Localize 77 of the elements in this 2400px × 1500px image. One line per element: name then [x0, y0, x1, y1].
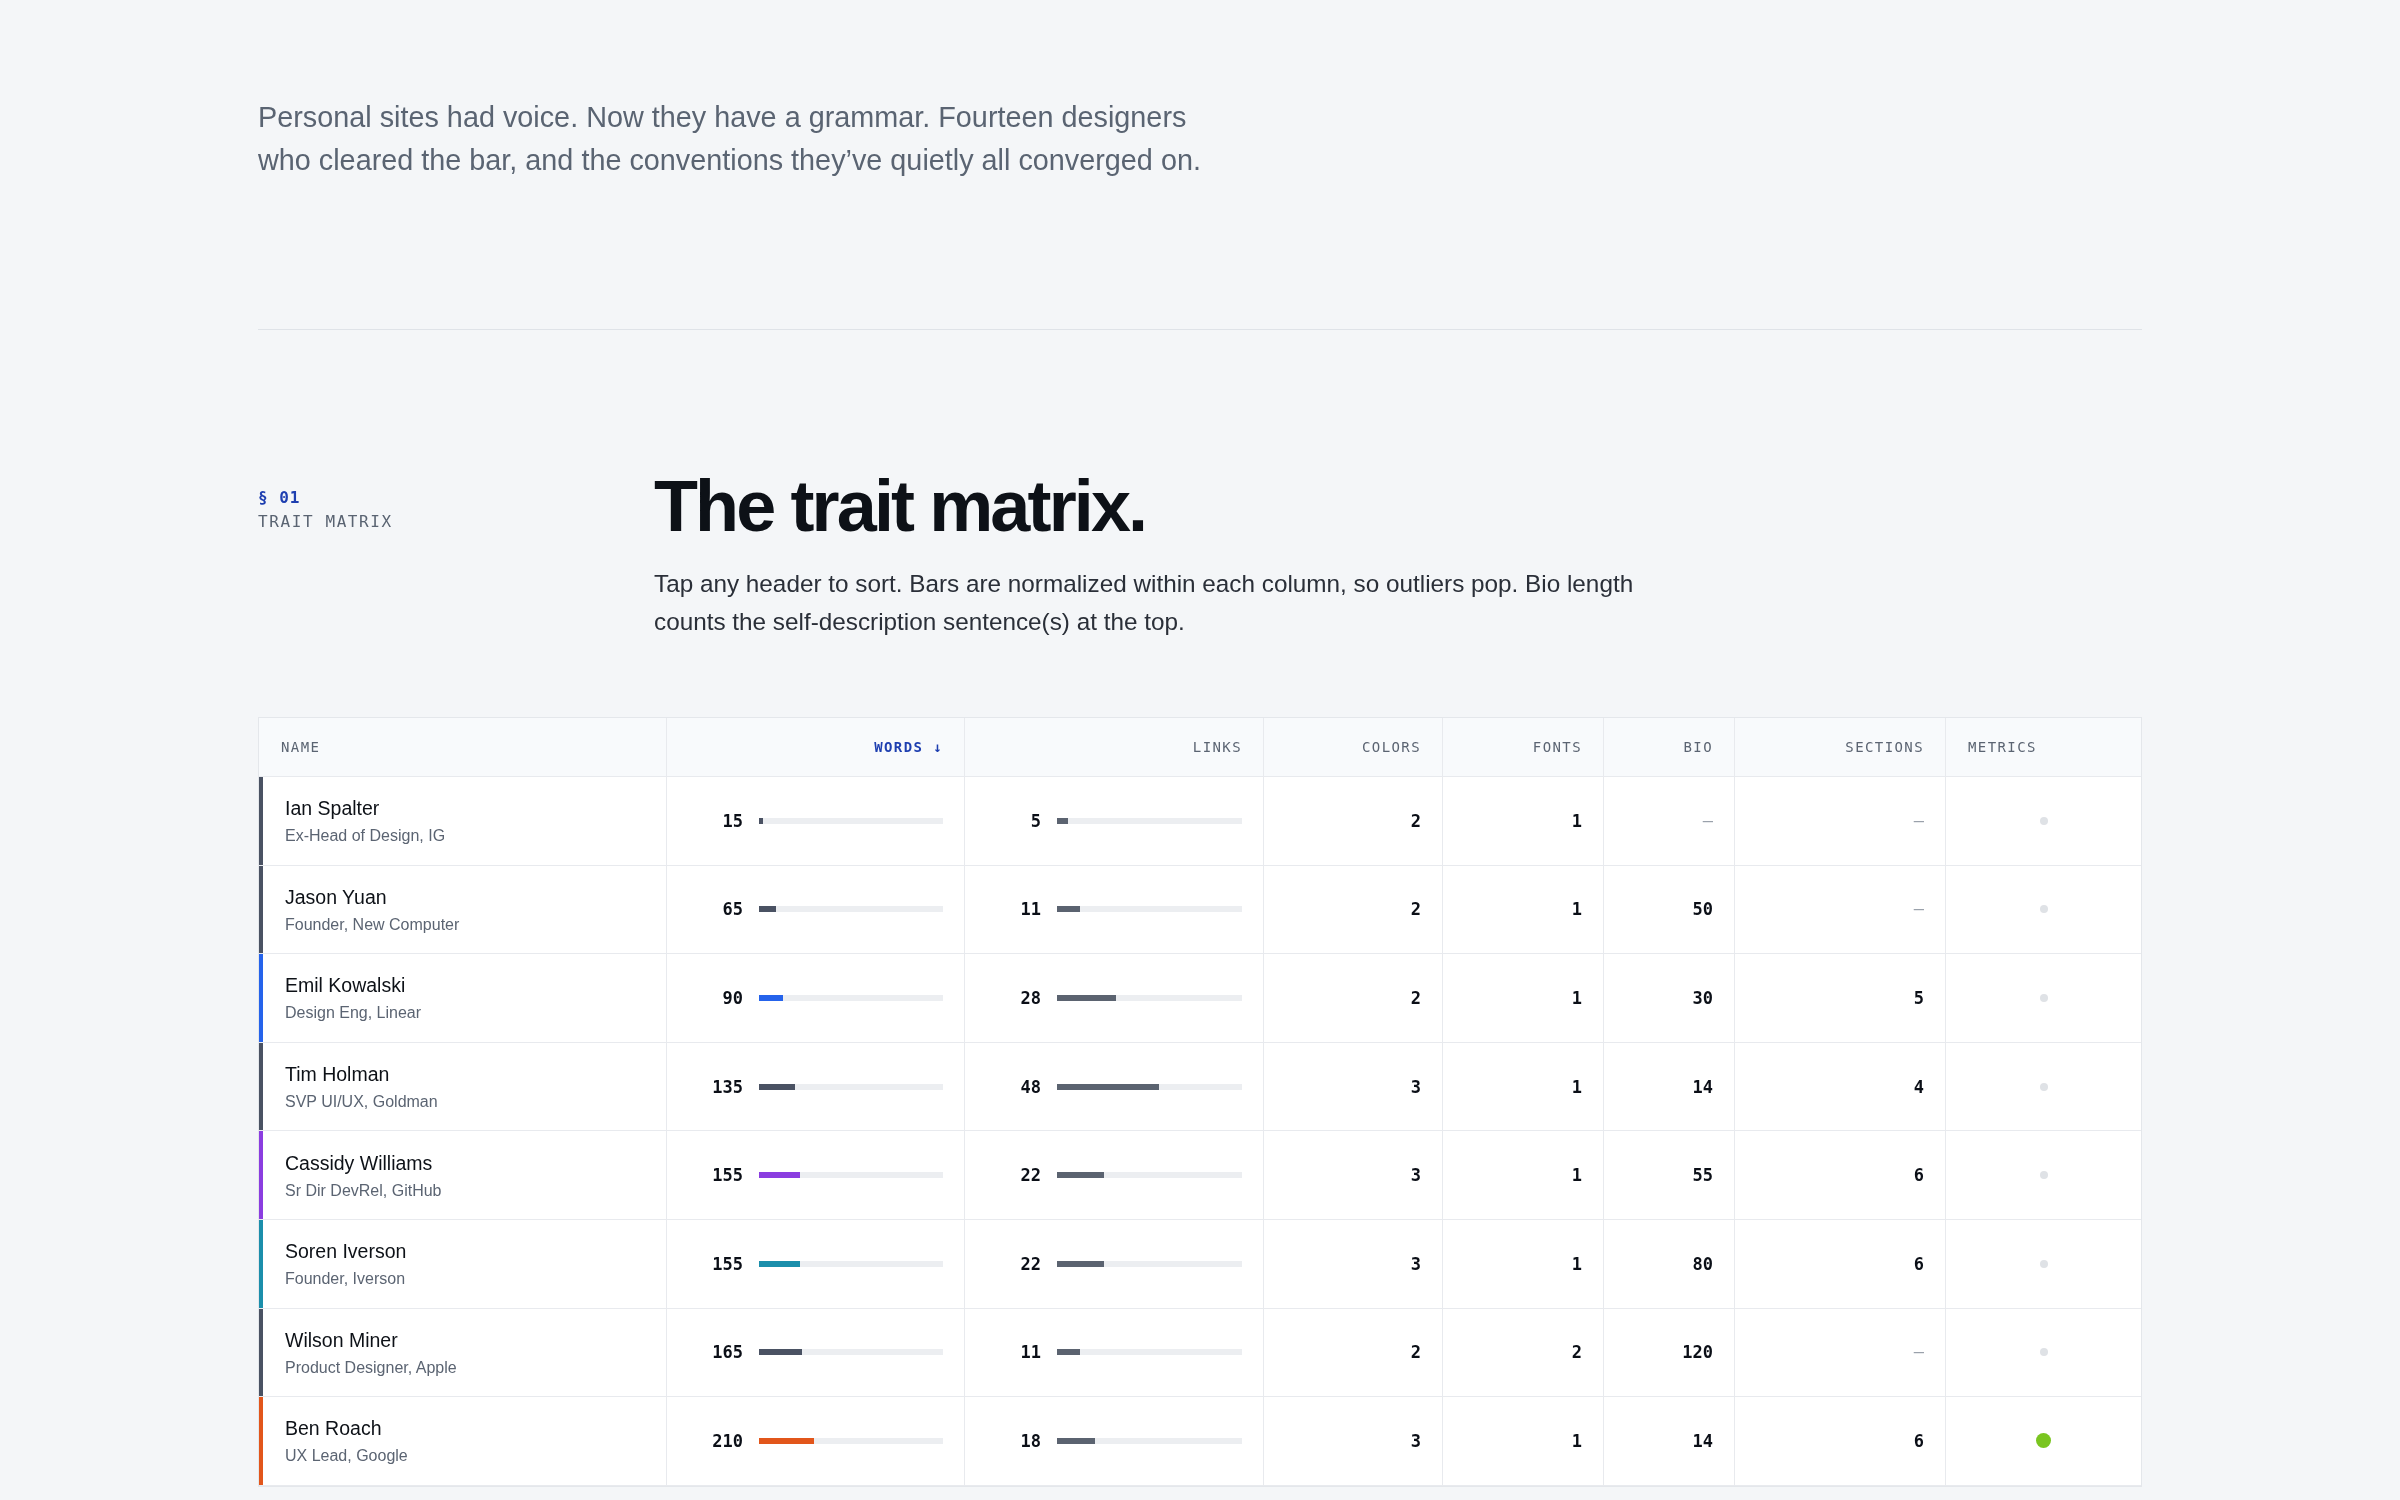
link-count: 18: [1019, 1430, 1041, 1451]
section-count: —: [1913, 899, 1924, 920]
bio-length: 120: [1682, 1342, 1713, 1363]
word-count: 155: [711, 1253, 743, 1274]
font-count: 1: [1571, 899, 1582, 920]
section-count: 6: [1913, 1165, 1924, 1186]
word-count: 210: [711, 1430, 743, 1451]
person-name: Cassidy Williams: [285, 1150, 434, 1176]
section-count: 6: [1913, 1253, 1924, 1274]
person-name: Tim Holman: [285, 1062, 391, 1088]
column-header[interactable]: METRICS: [1946, 718, 2141, 776]
section-count: 5: [1913, 988, 1924, 1008]
column-header[interactable]: NAME: [259, 718, 667, 776]
section-count: —: [1913, 1342, 1924, 1363]
column-header[interactable]: COLORS: [1264, 718, 1443, 776]
person-role: Founder, Iverson: [285, 1269, 407, 1290]
person-name: Wilson Miner: [285, 1327, 399, 1353]
section-count: 6: [1913, 1430, 1924, 1451]
person-role: Product Designer, Apple: [285, 1357, 457, 1378]
color-count: 3: [1410, 1253, 1421, 1274]
link-count: 11: [1019, 899, 1041, 920]
person-name: Emil Kowalski: [285, 973, 407, 999]
person-name: Soren Iverson: [285, 1239, 407, 1265]
font-count: 1: [1571, 1430, 1582, 1451]
link-count: 22: [1019, 1165, 1041, 1186]
column-header[interactable]: FONTS: [1443, 718, 1604, 776]
bio-length: 80: [1692, 1253, 1713, 1274]
person-role: Sr Dir DevRel, GitHub: [285, 1180, 442, 1201]
word-count: 65: [721, 899, 743, 920]
word-count: 15: [721, 810, 743, 831]
font-count: 1: [1571, 988, 1582, 1008]
bio-length: 50: [1692, 899, 1713, 920]
font-count: 1: [1571, 1253, 1582, 1274]
font-count: 2: [1571, 1342, 1582, 1363]
section-number: § 01: [258, 487, 301, 509]
color-count: 2: [1410, 1342, 1421, 1363]
link-count: 28: [1019, 988, 1041, 1008]
color-count: 2: [1410, 899, 1421, 920]
color-count: 3: [1410, 1076, 1421, 1097]
font-count: 1: [1571, 1165, 1582, 1186]
link-count: 48: [1019, 1076, 1041, 1097]
word-count: 155: [711, 1165, 743, 1186]
person-role: Ex-Head of Design, IG: [285, 826, 446, 847]
column-header[interactable]: BIO: [1604, 718, 1735, 776]
column-header[interactable]: LINKS: [965, 718, 1264, 776]
section-heading: The trait matrix.: [654, 467, 1146, 546]
link-count: 22: [1019, 1253, 1041, 1274]
column-header[interactable]: WORDS ↓: [667, 718, 965, 776]
bio-length: —: [1702, 810, 1713, 831]
link-count: 11: [1019, 1342, 1041, 1363]
word-count: 165: [711, 1342, 743, 1363]
person-role: Founder, New Computer: [285, 914, 460, 935]
word-count: 90: [721, 988, 743, 1008]
bio-length: 14: [1692, 1430, 1713, 1451]
color-count: 2: [1410, 810, 1421, 831]
bio-length: 30: [1692, 988, 1713, 1008]
bio-length: 55: [1692, 1165, 1713, 1186]
intro-paragraph: Personal sites had voice. Now they have a grammar. Fourteen designers who cleared the bar, and the conventions they’ve quietly all converged on.: [258, 100, 1201, 178]
color-count: 2: [1410, 988, 1421, 1008]
section-count: —: [1913, 810, 1924, 831]
word-count: 135: [711, 1076, 743, 1097]
person-name: Ian Spalter: [285, 796, 381, 822]
person-name: Jason Yuan: [285, 884, 388, 910]
person-role: Design Eng, Linear: [285, 1003, 422, 1024]
person-name: Ben Roach: [285, 1416, 383, 1442]
section-description: Tap any header to sort. Bars are normalized within each column, so outliers pop. Bio length counts the self-description sentence(s) at the top.: [654, 569, 1634, 637]
section-count: 4: [1913, 1076, 1924, 1097]
section-label: TRAIT MATRIX: [258, 511, 393, 533]
bio-length: 14: [1692, 1076, 1713, 1097]
font-count: 1: [1571, 1076, 1582, 1097]
person-role: UX Lead, Google: [285, 1446, 408, 1467]
color-count: 3: [1410, 1430, 1421, 1451]
font-count: 1: [1571, 810, 1582, 831]
person-role: SVP UI/UX, Goldman: [285, 1092, 438, 1113]
column-header[interactable]: SECTIONS: [1735, 718, 1946, 776]
color-count: 3: [1410, 1165, 1421, 1186]
link-count: 5: [1029, 810, 1041, 831]
